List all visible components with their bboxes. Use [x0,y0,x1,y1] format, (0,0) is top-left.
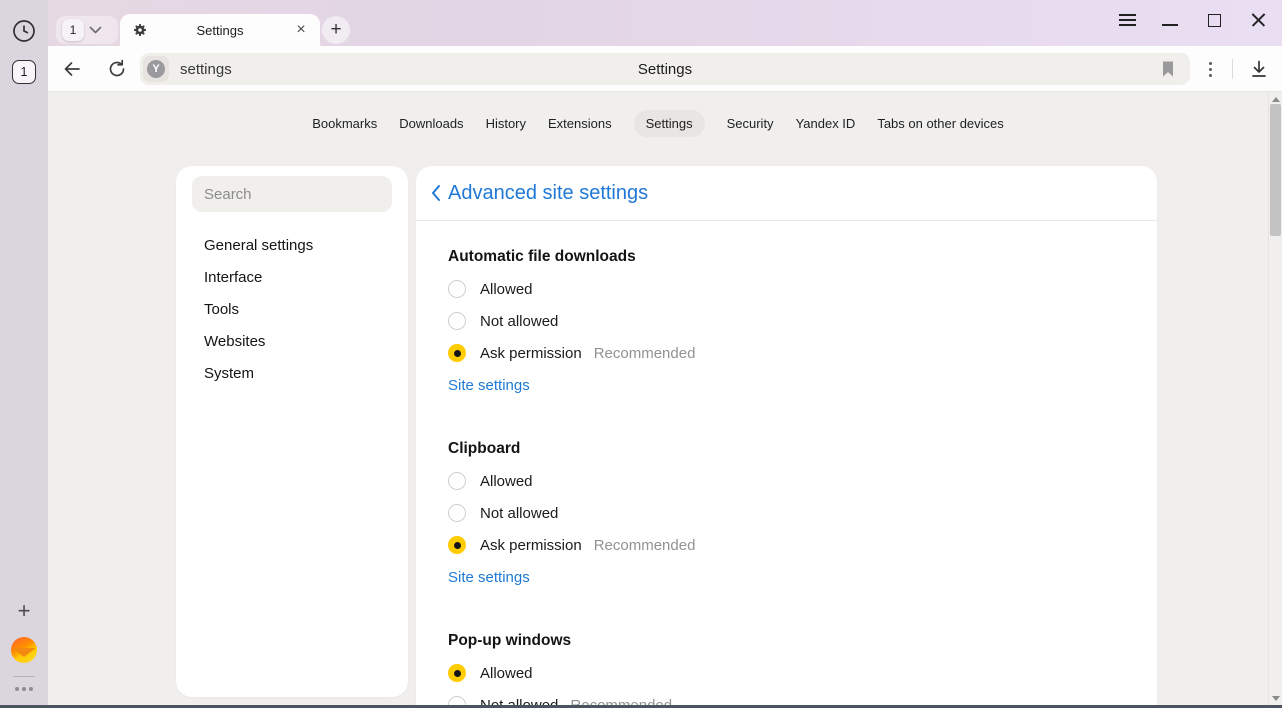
toolbar-divider [1232,59,1233,79]
tab-other-devices[interactable]: Tabs on other devices [877,110,1003,137]
scrollbar[interactable] [1268,92,1282,708]
maximize-button[interactable] [1203,9,1225,31]
tab-downloads[interactable]: Downloads [399,110,463,137]
tab-settings[interactable]: Settings [634,110,705,137]
bookmark-icon[interactable] [1158,59,1178,79]
radio-button[interactable] [448,472,466,490]
address-bar[interactable]: Y settings Settings [140,53,1190,85]
radio-button[interactable] [448,504,466,522]
sidebar-item-general[interactable]: General settings [176,229,408,261]
page-content: Bookmarks Downloads History Extensions S… [48,92,1282,708]
sidebar-item-websites[interactable]: Websites [176,325,408,357]
minimize-button[interactable] [1159,9,1181,31]
tab-title: Settings [148,23,292,38]
scrollbar-up-arrow-icon[interactable] [1272,97,1280,102]
rail-divider [13,676,35,677]
favicon-letter: Y [147,60,165,78]
section-title: Advanced site settings [448,182,648,205]
section-heading: Automatic file downloads [448,241,1125,273]
site-settings-link[interactable]: Site settings [448,377,530,394]
radio-button[interactable] [448,664,466,682]
site-favicon: Y [143,56,169,82]
radio-button[interactable] [448,280,466,298]
radio-option-ask-permission[interactable]: Ask permission Recommended [448,529,1125,561]
radio-label: Allowed [480,665,533,682]
rail-tab-count: 1 [21,65,28,79]
tab-bookmarks[interactable]: Bookmarks [312,110,377,137]
tab-group-button[interactable]: 1 [56,16,118,44]
download-icon[interactable] [1247,57,1271,81]
recommended-note: Recommended [594,345,696,362]
radio-label: Not allowed [480,505,558,522]
tabs-panel-button[interactable]: 1 [12,60,36,84]
toolbar: Y settings Settings [48,46,1282,92]
section-heading: Clipboard [448,433,1125,465]
chevron-down-icon [89,26,102,34]
radio-button[interactable] [448,312,466,330]
search-input[interactable] [192,176,392,212]
site-settings-link[interactable]: Site settings [448,569,530,586]
section-heading: Pop-up windows [448,625,1125,657]
window-close-icon[interactable] [1248,9,1270,31]
yandex-mail-icon[interactable] [11,637,37,663]
tab-history[interactable]: History [486,110,526,137]
tab-security[interactable]: Security [727,110,774,137]
radio-option-not-allowed[interactable]: Not allowed [448,305,1125,337]
radio-option-not-allowed[interactable]: Not allowed [448,497,1125,529]
radio-option-ask-permission[interactable]: Ask permission Recommended [448,337,1125,369]
reload-icon[interactable] [105,57,129,81]
radio-label: Allowed [480,473,533,490]
radio-option-allowed[interactable]: Allowed [448,657,1125,689]
url-text: settings [180,61,232,78]
tab-counter-badge: 1 [62,19,84,41]
gear-icon [132,22,148,38]
settings-main-panel: Advanced site settings Automatic file do… [416,166,1157,708]
scrollbar-down-arrow-icon[interactable] [1272,696,1280,701]
rail-add-icon[interactable]: + [12,599,36,623]
history-clock-icon[interactable] [12,19,36,43]
settings-sections: Automatic file downloads Allowed Not all… [416,221,1157,708]
page-title: Settings [140,61,1190,78]
radio-option-allowed[interactable]: Allowed [448,465,1125,497]
radio-label: Ask permission [480,537,582,554]
radio-option-allowed[interactable]: Allowed [448,273,1125,305]
radio-button[interactable] [448,344,466,362]
browser-window: 1 + 1 Settings × + Y settings [0,0,1282,708]
rail-add-glyph: + [18,598,31,624]
section-automatic-downloads: Automatic file downloads Allowed Not all… [448,241,1125,401]
kebab-menu-icon[interactable] [1200,58,1220,80]
settings-nav-tabs: Bookmarks Downloads History Extensions S… [48,110,1268,137]
scrollbar-thumb[interactable] [1270,104,1281,236]
advanced-settings-back[interactable]: Advanced site settings [416,166,1157,221]
settings-sidebar: General settings Interface Tools Website… [176,166,408,697]
sidebar-item-system[interactable]: System [176,357,408,389]
section-clipboard: Clipboard Allowed Not allowed Ask permis… [448,433,1125,593]
window-menu-icon[interactable] [1116,9,1138,31]
rail-more-icon[interactable] [9,682,39,696]
new-tab-button[interactable]: + [322,16,350,44]
radio-button[interactable] [448,536,466,554]
active-tab[interactable]: Settings × [120,14,320,46]
tab-extensions[interactable]: Extensions [548,110,612,137]
tab-yandex-id[interactable]: Yandex ID [796,110,856,137]
radio-label: Allowed [480,281,533,298]
tab-close-icon[interactable]: × [292,21,310,39]
back-chevron-icon [430,184,442,202]
sidebar-item-interface[interactable]: Interface [176,261,408,293]
left-rail: 1 + [0,0,48,708]
radio-label: Ask permission [480,345,582,362]
tab-bar: 1 Settings × + [48,0,1282,46]
back-icon[interactable] [60,57,84,81]
settings-sidebar-list: General settings Interface Tools Website… [176,229,408,389]
sidebar-item-tools[interactable]: Tools [176,293,408,325]
section-popup-windows: Pop-up windows Allowed Not allowed Recom… [448,625,1125,708]
recommended-note: Recommended [594,537,696,554]
radio-label: Not allowed [480,313,558,330]
